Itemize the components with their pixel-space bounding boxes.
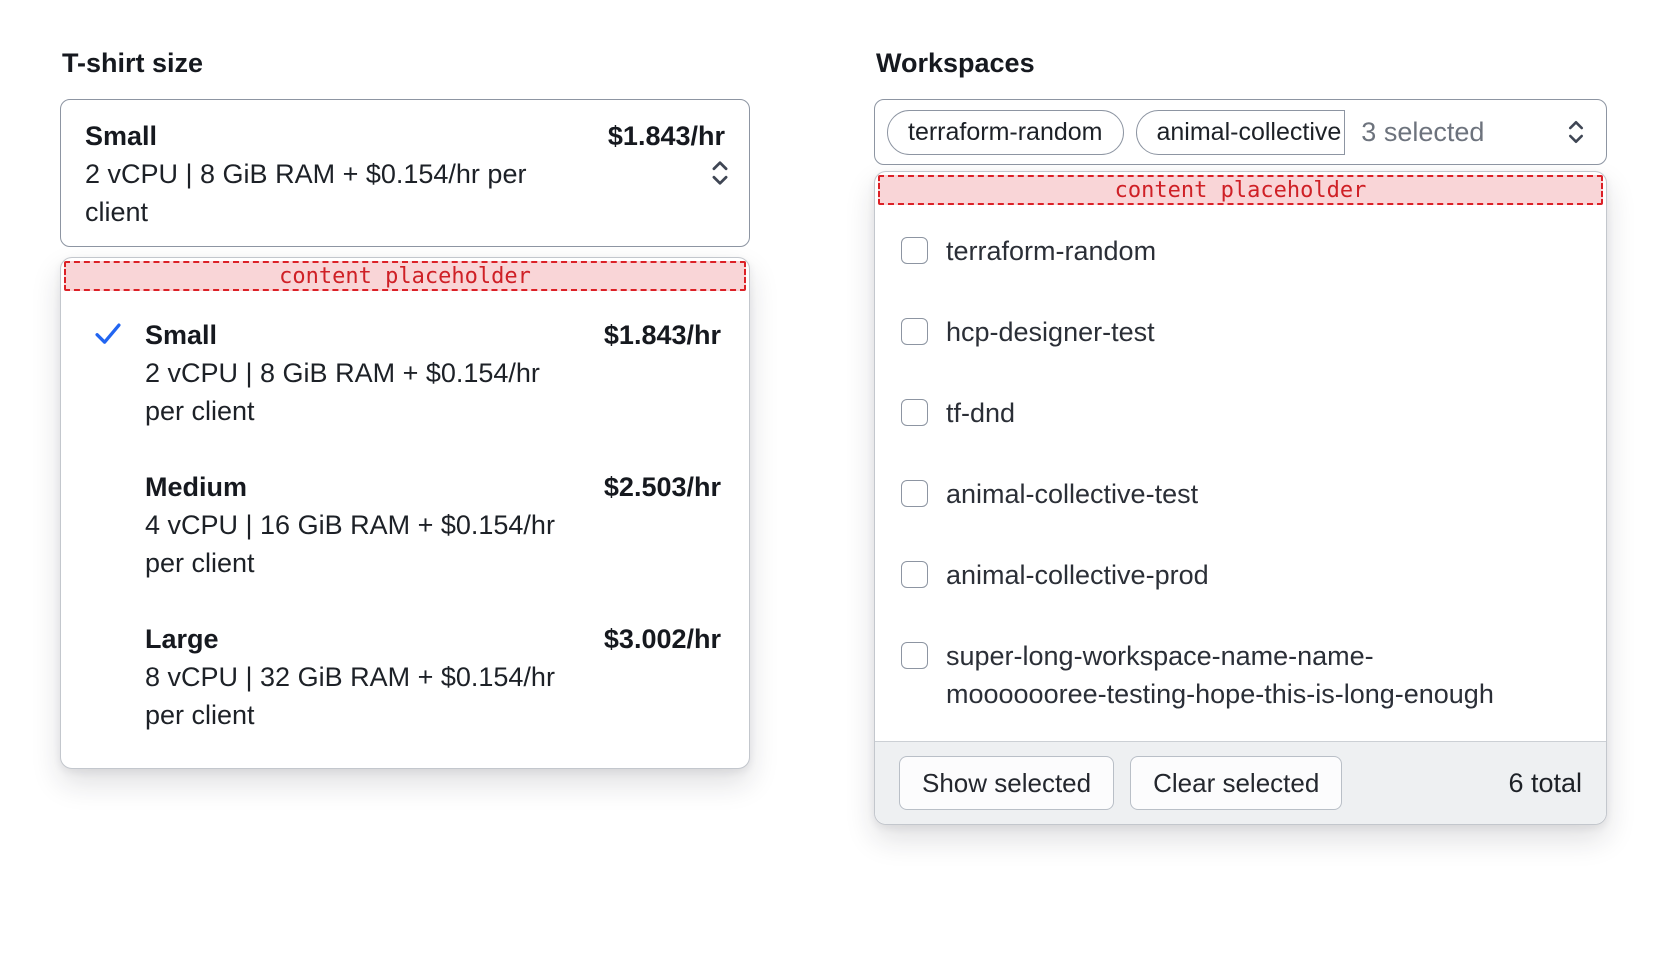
tshirt-trigger-description: 2 vCPU | 8 GiB RAM + $0.154/hr per clien…	[85, 155, 585, 231]
checkbox[interactable]	[901, 480, 928, 507]
option-description: 8 vCPU | 32 GiB RAM + $0.154/hr per clie…	[145, 658, 585, 734]
option-content: Medium $2.503/hr 4 vCPU | 16 GiB RAM + $…	[145, 468, 721, 582]
selected-check-column	[91, 620, 133, 734]
checkbox[interactable]	[901, 318, 928, 345]
tshirt-trigger-title: Small	[85, 117, 157, 155]
option-description: 4 vCPU | 16 GiB RAM + $0.154/hr per clie…	[145, 506, 585, 582]
tag-animal-collective[interactable]: animal-collective	[1136, 110, 1346, 155]
content-placeholder: content placeholder	[878, 175, 1603, 205]
workspace-name: terraform-random	[946, 232, 1156, 270]
option-description: 2 vCPU | 8 GiB RAM + $0.154/hr per clien…	[145, 354, 585, 430]
workspaces-label: Workspaces	[876, 48, 1607, 78]
checkbox[interactable]	[901, 399, 928, 426]
workspace-name: hcp-designer-test	[946, 313, 1155, 351]
tag-terraform-random[interactable]: terraform-random	[887, 110, 1124, 155]
selected-check-column	[91, 468, 133, 582]
show-selected-button[interactable]: Show selected	[899, 756, 1114, 810]
tshirt-dropdown-panel: content placeholder Small $1.843/hr 2 vC…	[60, 257, 750, 769]
tshirt-option-large[interactable]: Large $3.002/hr 8 vCPU | 32 GiB RAM + $0…	[91, 620, 721, 734]
option-price: $2.503/hr	[604, 468, 721, 506]
workspace-option[interactable]: animal-collective-prod	[901, 556, 1578, 594]
selected-check-column	[91, 316, 133, 430]
check-icon	[91, 319, 125, 349]
workspace-option[interactable]: super-long-workspace-name-name-moooooore…	[901, 637, 1578, 713]
option-price: $1.843/hr	[604, 316, 721, 354]
tshirt-select-trigger[interactable]: Small $1.843/hr 2 vCPU | 8 GiB RAM + $0.…	[60, 99, 750, 247]
tshirt-option-medium[interactable]: Medium $2.503/hr 4 vCPU | 16 GiB RAM + $…	[91, 468, 721, 582]
workspaces-multiselect-trigger[interactable]: terraform-random animal-collective 3 sel…	[874, 99, 1607, 165]
workspaces-dropdown-panel: content placeholder terraform-random hcp…	[874, 171, 1607, 825]
workspace-option-list: terraform-random hcp-designer-test tf-dn…	[875, 208, 1606, 741]
workspace-option[interactable]: tf-dnd	[901, 394, 1578, 432]
checkbox[interactable]	[901, 237, 928, 264]
workspace-name: tf-dnd	[946, 394, 1015, 432]
tshirt-option-list: Small $1.843/hr 2 vCPU | 8 GiB RAM + $0.…	[61, 294, 749, 768]
selected-count: 3 selected	[1361, 117, 1484, 148]
workspace-option[interactable]: terraform-random	[901, 232, 1578, 270]
tshirt-trigger-price: $1.843/hr	[608, 117, 725, 155]
option-content: Small $1.843/hr 2 vCPU | 8 GiB RAM + $0.…	[145, 316, 721, 430]
total-count: 6 total	[1508, 768, 1582, 799]
content-placeholder: content placeholder	[64, 261, 746, 291]
workspace-name: super-long-workspace-name-name-moooooore…	[946, 637, 1506, 713]
workspace-option[interactable]: hcp-designer-test	[901, 313, 1578, 351]
workspace-option[interactable]: animal-collective-test	[901, 475, 1578, 513]
tshirt-size-section: T-shirt size Small $1.843/hr 2 vCPU | 8 …	[60, 48, 750, 769]
option-title: Small	[145, 316, 217, 354]
tshirt-trigger-title-row: Small $1.843/hr	[85, 117, 725, 155]
option-price: $3.002/hr	[604, 620, 721, 658]
up-down-caret-icon	[1562, 116, 1590, 148]
workspaces-section: Workspaces terraform-random animal-colle…	[874, 48, 1607, 825]
option-title: Large	[145, 620, 219, 658]
tshirt-option-small[interactable]: Small $1.843/hr 2 vCPU | 8 GiB RAM + $0.…	[91, 316, 721, 430]
workspace-name: animal-collective-test	[946, 475, 1198, 513]
clear-selected-button[interactable]: Clear selected	[1130, 756, 1342, 810]
checkbox[interactable]	[901, 642, 928, 669]
option-title: Medium	[145, 468, 247, 506]
checkbox[interactable]	[901, 561, 928, 588]
workspaces-footer: Show selected Clear selected 6 total	[875, 741, 1606, 824]
workspace-name: animal-collective-prod	[946, 556, 1209, 594]
tshirt-size-label: T-shirt size	[62, 48, 750, 78]
option-content: Large $3.002/hr 8 vCPU | 32 GiB RAM + $0…	[145, 620, 721, 734]
up-down-caret-icon	[705, 156, 735, 190]
